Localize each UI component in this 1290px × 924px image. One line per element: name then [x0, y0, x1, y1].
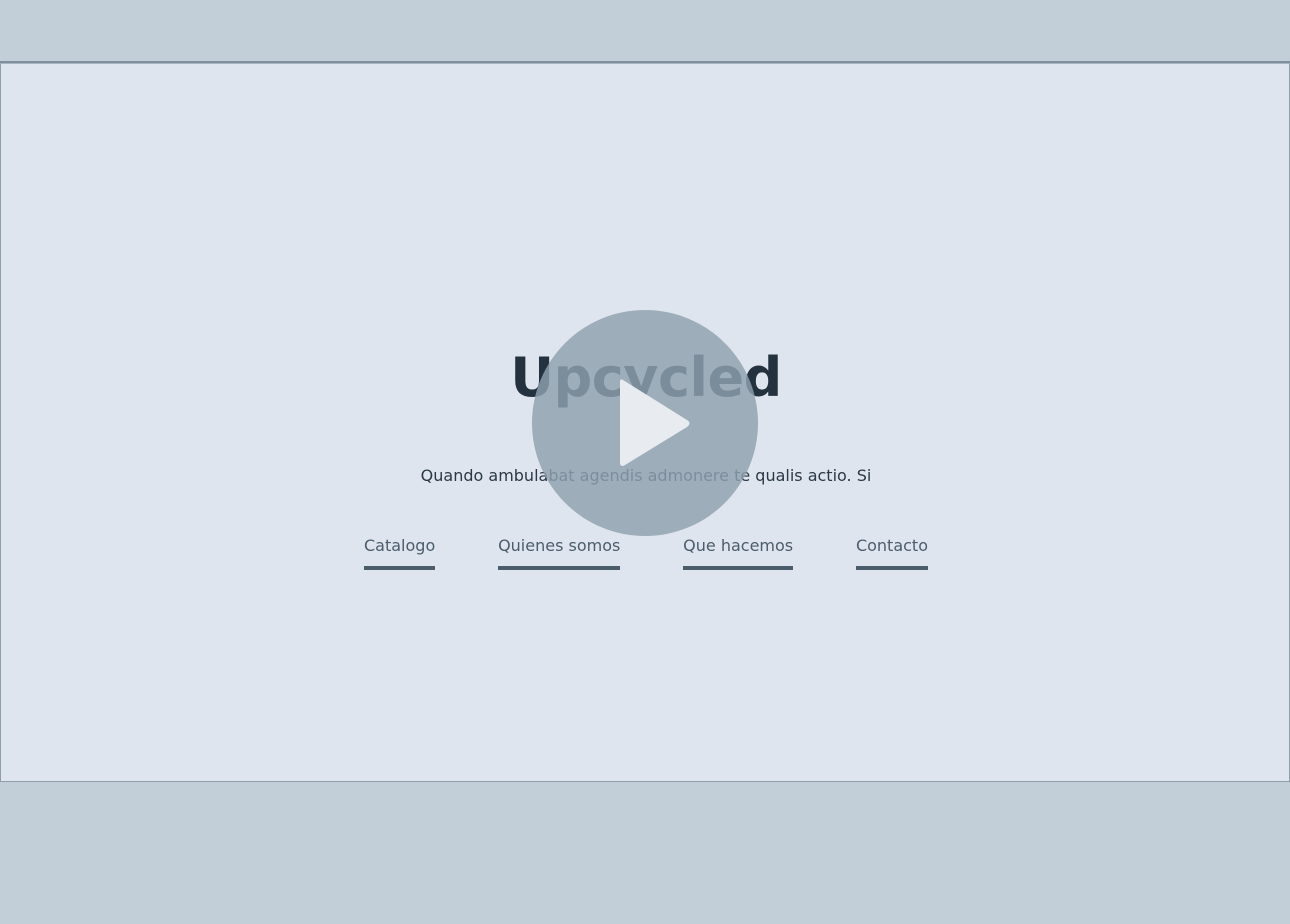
nav-link-contacto[interactable]: Contacto: [855, 536, 928, 570]
nav-link-quienes-somos[interactable]: Quienes somos: [498, 536, 621, 570]
play-video-button[interactable]: [532, 310, 758, 536]
top-band: [0, 0, 1290, 61]
play-icon: [620, 379, 690, 466]
hero-nav: Catalogo Quienes somos Que hacemos Conta…: [364, 536, 928, 570]
nav-link-que-hacemos[interactable]: Que hacemos: [683, 536, 794, 570]
nav-link-catalogo[interactable]: Catalogo: [364, 536, 436, 570]
